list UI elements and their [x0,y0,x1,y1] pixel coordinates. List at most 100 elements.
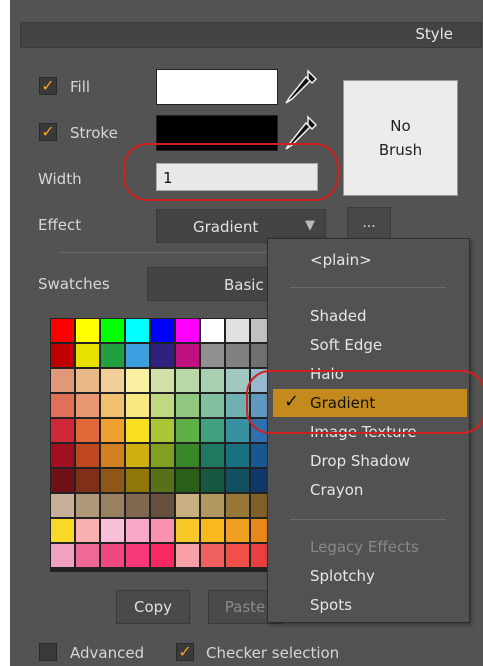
checker-selection-label: Checker selection [206,644,340,662]
panel-title-bar: Style [20,22,482,48]
color-swatch[interactable] [201,444,224,467]
color-swatch[interactable] [76,444,99,467]
menu-item-drop-shadow[interactable]: Drop Shadow [310,452,410,470]
menu-item-crayon[interactable]: Crayon [310,481,363,499]
color-swatch[interactable] [126,319,149,342]
color-swatch[interactable] [176,369,199,392]
copy-button[interactable]: Copy [116,590,190,624]
color-swatch[interactable] [201,544,224,567]
checkmark-icon: ✓ [178,642,192,661]
color-swatch[interactable] [151,344,174,367]
color-swatch[interactable] [76,419,99,442]
color-swatch[interactable] [51,469,74,492]
color-swatch[interactable] [226,444,249,467]
advanced-checkbox[interactable] [39,643,57,661]
color-swatch[interactable] [151,419,174,442]
checker-selection-checkbox[interactable]: ✓ [176,643,194,661]
checkmark-icon: ✓ [41,122,55,141]
color-swatch[interactable] [151,394,174,417]
color-swatch[interactable] [201,419,224,442]
color-swatch[interactable] [126,419,149,442]
color-swatch[interactable] [101,319,124,342]
color-swatch[interactable] [126,444,149,467]
color-swatch[interactable] [126,544,149,567]
color-swatch[interactable] [126,394,149,417]
color-swatch[interactable] [76,519,99,542]
color-swatch[interactable] [101,394,124,417]
color-swatch[interactable] [51,519,74,542]
color-swatch[interactable] [176,544,199,567]
color-swatch[interactable] [126,494,149,517]
menu-item-plain[interactable]: <plain> [310,251,372,269]
color-swatch[interactable] [226,494,249,517]
color-swatch[interactable] [101,519,124,542]
color-swatch[interactable] [176,494,199,517]
color-swatch[interactable] [226,469,249,492]
color-swatch[interactable] [176,519,199,542]
color-swatch[interactable] [226,419,249,442]
dropdown-arrow-icon: ▼ [305,218,315,233]
color-swatch[interactable] [76,469,99,492]
color-swatch[interactable] [151,369,174,392]
menu-item-splotchy[interactable]: Splotchy [310,567,375,585]
color-swatch[interactable] [76,544,99,567]
swatches-dropdown[interactable]: Basic C [147,267,279,301]
color-swatch[interactable] [101,344,124,367]
color-swatch[interactable] [101,469,124,492]
color-swatch[interactable] [201,469,224,492]
fill-color-swatch[interactable] [156,69,278,105]
color-swatch[interactable] [176,394,199,417]
color-swatch[interactable] [151,494,174,517]
fill-eyedropper-icon[interactable] [282,67,320,107]
color-swatch[interactable] [51,344,74,367]
color-swatch[interactable] [151,444,174,467]
color-swatch[interactable] [176,419,199,442]
color-swatch[interactable] [126,469,149,492]
color-swatch[interactable] [126,519,149,542]
color-swatch[interactable] [126,344,149,367]
width-label: Width [38,170,82,188]
color-swatch[interactable] [201,519,224,542]
color-swatch[interactable] [76,494,99,517]
color-swatch[interactable] [201,494,224,517]
color-swatch[interactable] [176,469,199,492]
menu-item-soft-edge[interactable]: Soft Edge [310,336,382,354]
color-swatch[interactable] [201,369,224,392]
color-swatch[interactable] [51,319,74,342]
color-swatch[interactable] [101,419,124,442]
color-swatch[interactable] [51,394,74,417]
color-swatch[interactable] [176,344,199,367]
color-swatch[interactable] [176,444,199,467]
color-swatch[interactable] [151,319,174,342]
color-swatch[interactable] [101,369,124,392]
stroke-checkbox[interactable]: ✓ [39,123,57,141]
color-swatch[interactable] [151,519,174,542]
color-swatch[interactable] [76,369,99,392]
color-swatch[interactable] [226,319,249,342]
color-swatch[interactable] [201,344,224,367]
fill-checkbox[interactable]: ✓ [39,77,57,95]
color-swatch[interactable] [226,344,249,367]
checkmark-icon: ✓ [41,76,55,95]
menu-item-shaded[interactable]: Shaded [310,307,367,325]
color-swatch[interactable] [76,319,99,342]
color-swatch[interactable] [151,544,174,567]
color-swatch[interactable] [51,369,74,392]
color-swatch[interactable] [151,469,174,492]
color-swatch[interactable] [51,544,74,567]
color-swatch[interactable] [226,519,249,542]
color-swatch[interactable] [201,394,224,417]
color-swatch[interactable] [226,544,249,567]
color-swatch[interactable] [101,494,124,517]
color-swatch[interactable] [51,444,74,467]
color-swatch[interactable] [101,544,124,567]
color-swatch[interactable] [76,394,99,417]
color-swatch[interactable] [176,319,199,342]
color-swatch[interactable] [76,344,99,367]
color-swatch[interactable] [126,369,149,392]
color-swatch[interactable] [51,494,74,517]
color-swatch[interactable] [201,319,224,342]
color-swatch[interactable] [101,444,124,467]
color-swatch[interactable] [51,419,74,442]
menu-item-spots[interactable]: Spots [310,596,352,614]
